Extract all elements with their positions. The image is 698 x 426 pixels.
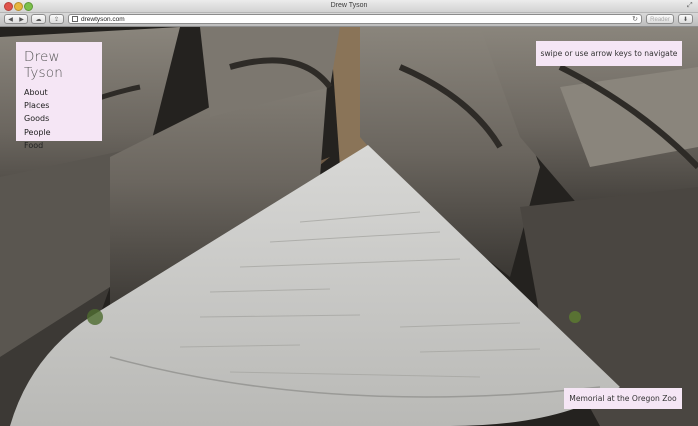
window-title: Drew Tyson bbox=[330, 2, 368, 9]
back-button[interactable]: ◀ bbox=[5, 15, 16, 25]
photo-caption: Memorial at the Oregon Zoo bbox=[564, 388, 682, 409]
back-forward-group: ◀ ▶ bbox=[4, 14, 28, 24]
nav-link-places[interactable]: Places bbox=[24, 99, 102, 112]
cloud-icon[interactable]: ☁ bbox=[31, 14, 46, 24]
site-nav-panel: Drew Tyson About Places Goods People Foo… bbox=[16, 42, 102, 150]
url-text[interactable]: drewtyson.com bbox=[81, 15, 125, 24]
favicon-icon bbox=[72, 16, 78, 22]
address-bar[interactable]: drewtyson.com ↻ bbox=[68, 14, 642, 24]
nav-link-goods[interactable]: Goods bbox=[24, 112, 102, 125]
downloads-icon[interactable]: ⬇ bbox=[678, 14, 693, 24]
page-content: Drew Tyson About Places Goods People Foo… bbox=[0, 27, 698, 426]
forward-button[interactable]: ▶ bbox=[16, 15, 27, 25]
nav-link-people[interactable]: People bbox=[24, 126, 102, 139]
memorial-photo[interactable] bbox=[0, 27, 698, 426]
browser-toolbar: ◀ ▶ ☁ ⇪ drewtyson.com ↻ Reader ⬇ bbox=[0, 13, 698, 27]
share-icon[interactable]: ⇪ bbox=[49, 14, 64, 24]
nav-link-food[interactable]: Food bbox=[24, 139, 102, 152]
navigation-hint: swipe or use arrow keys to navigate bbox=[536, 41, 682, 66]
reload-button[interactable]: ↻ bbox=[632, 15, 638, 24]
window-titlebar: Drew Tyson ⤢ bbox=[0, 0, 698, 13]
nav-link-about[interactable]: About bbox=[24, 86, 102, 99]
site-title[interactable]: Drew Tyson bbox=[24, 49, 102, 81]
reader-button[interactable]: Reader bbox=[646, 14, 674, 24]
fullscreen-icon[interactable]: ⤢ bbox=[687, 2, 694, 9]
